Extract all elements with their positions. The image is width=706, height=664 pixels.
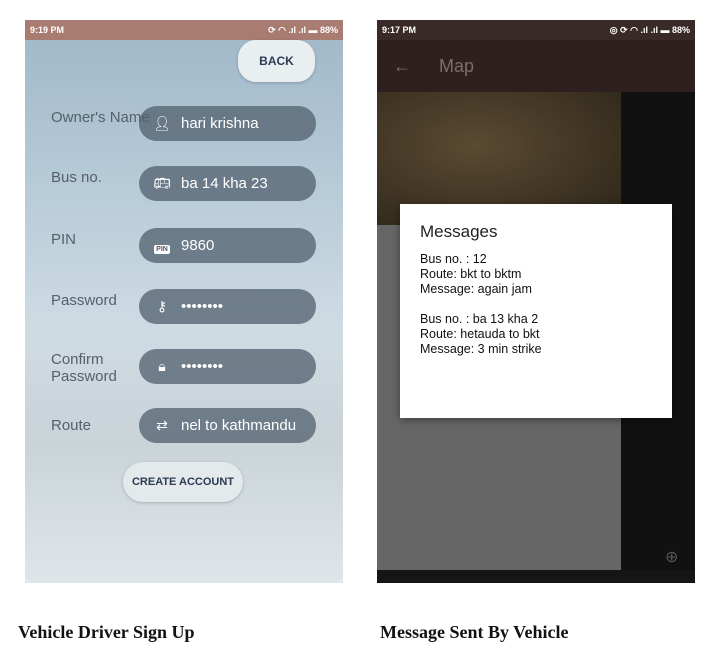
status-time: 9:17 PM (382, 25, 417, 35)
message-route: Route: hetauda to bkt (420, 327, 540, 341)
back-button[interactable]: BACK (238, 40, 315, 82)
route-label: Route (51, 417, 92, 434)
route-value: nel to kathmandu (181, 417, 297, 434)
message-item: Bus no. : 12 Route: bkt to bktm Message:… (420, 252, 652, 297)
status-icons: ◎ ⟳ ◠ .ıl .ıl ▬ 88% (609, 24, 690, 35)
pin-icon: PIN (153, 238, 171, 254)
bus-no-label: Bus no. (51, 169, 102, 186)
owner-name-field[interactable]: 👤︎ hari krishna (139, 106, 316, 141)
pin-field[interactable]: PIN 9860 (139, 228, 316, 263)
password-value: •••••••• (181, 298, 224, 315)
bus-no-value: ba 14 kha 23 (181, 175, 268, 192)
owner-name-label: Owner's Name (51, 109, 150, 126)
battery-level: 88% (671, 24, 690, 35)
status-bar: 9:17 PM ◎ ⟳ ◠ .ıl .ıl ▬ 88% (377, 20, 695, 40)
lock-icon: 🔒︎ (158, 358, 166, 374)
zoom-in-icon[interactable]: ⊕ (665, 547, 687, 569)
message-item: Bus no. : ba 13 kha 2 Route: hetauda to … (420, 312, 652, 357)
bottom-bar (377, 570, 695, 583)
swap-icon: ⇄ (156, 417, 168, 433)
create-account-button[interactable]: CREATE ACCOUNT (123, 462, 243, 502)
caption-messages: Message Sent By Vehicle (380, 622, 569, 642)
person-icon: 👤︎ (153, 115, 171, 131)
route-field[interactable]: ⇄ nel to kathmandu (139, 408, 316, 443)
status-bar: 9:19 PM ⟳ ◠ .ıl .ıl ▬ 88% (25, 20, 343, 40)
back-arrow-icon[interactable]: ← (393, 56, 439, 77)
message-bus: Bus no. : ba 13 kha 2 (420, 312, 539, 326)
confirm-password-value: •••••••• (181, 358, 224, 375)
confirm-password-field[interactable]: 🔒︎ •••••••• (139, 349, 316, 384)
status-icons: ⟳ ◠ .ıl .ıl ▬ 88% (268, 24, 338, 35)
dialog-title: Messages (420, 222, 498, 241)
toolbar: ← Map (377, 40, 695, 92)
bus-no-field[interactable]: 🚌︎ ba 14 kha 23 (139, 166, 316, 201)
caption-signup: Vehicle Driver Sign Up (18, 622, 195, 642)
owner-name-value: hari krishna (181, 115, 259, 132)
message-text: Message: 3 min strike (420, 342, 542, 356)
pin-value: 9860 (181, 237, 215, 254)
status-time: 9:19 PM (30, 25, 65, 35)
bus-icon: 🚌︎ (153, 175, 171, 191)
signup-screen: 9:19 PM ⟳ ◠ .ıl .ıl ▬ 88% BACK Owner's Na… (25, 20, 343, 583)
password-label: Password (51, 292, 117, 309)
message-route: Route: bkt to bktm (420, 267, 522, 281)
password-field[interactable]: ⚷ •••••••• (139, 289, 316, 324)
message-text: Message: again jam (420, 282, 532, 296)
pin-label: PIN (51, 231, 77, 248)
pin-badge: PIN (154, 244, 170, 254)
key-icon: ⚷ (156, 298, 168, 314)
message-bus: Bus no. : 12 (420, 252, 487, 266)
messages-dialog: Messages Bus no. : 12 Route: bkt to bktm… (400, 204, 672, 418)
page-title: Map (439, 55, 475, 76)
battery-level: 88% (319, 24, 338, 35)
confirm-password-label: Confirm Password (51, 351, 117, 385)
